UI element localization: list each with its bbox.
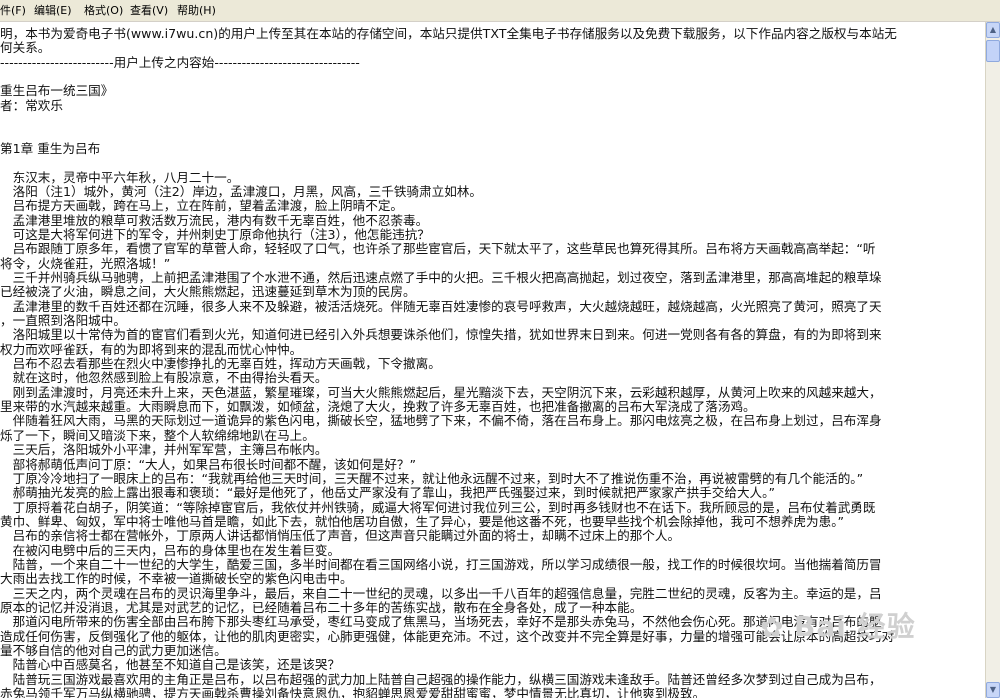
- text-line: ，一直照到洛阳城中。: [0, 314, 126, 328]
- text-line: 郝萌抽光发亮的脸上露出狠毒和褒琐：“最好是他死了，他岳丈严家没有了靠山，我把严氏…: [0, 486, 775, 501]
- text-line: 大雨出去找工作的时候，不幸被一道撕破长空的紫色闪电击中。: [0, 572, 353, 587]
- text-line: 陆普玩三国游戏最喜欢用的主角正是吕布，以吕布超强的武力加上陆普自己超强的操作能力…: [0, 672, 882, 687]
- menu-file[interactable]: 件(F): [0, 4, 26, 18]
- text-line: 吕布提方天画戟，跨在马上，立在阵前，望着孟津渡，脸上阴晴不定。: [0, 199, 403, 214]
- text-line: 可这是大将军何进下的军令，并州刺史丁原命他执行（注3），他怎能违抗？: [0, 227, 430, 242]
- text-line: 就在这时，他忽然感到脸上有股凉意，不由得抬头看天。: [0, 371, 328, 386]
- menu-view[interactable]: 查看(V): [130, 4, 168, 18]
- text-line: 重生吕布一统三国》: [0, 84, 114, 99]
- text-line: 里来带的水汽越来越重。大雨瞬息而下，如飘泼，如倾盆，浇熄了大火，挽救了许多无辜百…: [0, 400, 756, 415]
- paw-print-icon: ✿: [760, 611, 784, 644]
- text-line: 明，本书为爱奇电子书(www.i7wu.cn)的用户上传至其在本站的存储空间，本…: [0, 27, 897, 41]
- text-line: 者：常欢乐: [0, 98, 63, 113]
- text-line: 三千并州骑兵纵马驰骋，上前把孟津港围了个水泄不通，然后迅速点燃了手中的火把。三千…: [0, 270, 882, 285]
- text-line: 洛阳城里以十常侍为首的宦官们看到火光，知道何进已经引入外兵想要诛杀他们，惊惶失措…: [0, 328, 882, 343]
- text-line: 烁了一下，瞬间又暗淡下来，整个人软绵绵地趴在马上。: [0, 428, 315, 443]
- text-line: 丁原捋着花白胡子，阴笑道：“等除掉宦官后，我依仗并州铁骑，威逼大将军何进讨我位列…: [0, 500, 876, 515]
- text-line: 陆普心中百感莫名，他甚至不知道自己是该笑，还是该哭？: [0, 658, 341, 673]
- menu-bar: 件(F) 编辑(E) 格式(O) 查看(V) 帮助(H): [0, 0, 1000, 22]
- text-line: 陆普，一个来自二十一世纪的大学生，酷爱三国，多半时间都在看三国网络小说，打三国游…: [0, 557, 882, 572]
- text-line: -------------------------用户上传之内容始-------…: [0, 55, 360, 70]
- text-line: 部将郝萌低声问丁原：“大人，如果吕布很长时间都不醒，该如何是好？”: [0, 457, 417, 472]
- text-line: 伴随着狂风大雨，马黑的天际划过一道诡异的紫色闪电，撕破长空，猛地劈了下来，不偏不…: [0, 414, 882, 429]
- text-line: 黄巾、鲜卑、匈奴，军中将士唯他马首是瞻，如此下去，就怕他居功自傲，生了异心，要是…: [0, 514, 845, 529]
- text-line: 吕布的亲信将士都在营帐外，丁原两人讲话都悄悄压低了声音，但这声音只能瞒过外面的将…: [0, 529, 681, 544]
- text-line: 孟津港里的数千百姓还都在沉睡，很多人来不及躲避，被活活烧死。伴随无辜百姓凄惨的哀…: [0, 299, 882, 314]
- text-line: 丁原冷冷地扫了一眼床上的吕布：“我就再给他三天时间，三天醒不过来，就让他永远醒不…: [0, 471, 864, 486]
- text-line: 东汉末，灵帝中平六年秋，八月二十一。: [0, 170, 240, 185]
- text-line: 吕布不忍去看那些在烈火中凄惨挣扎的无辜百姓，挥动方天画戟，下令撤离。: [0, 357, 441, 372]
- text-line: 洛阳（注1）城外，黄河（注2）岸边，孟津渡口，月黑，风高，三千铁骑肃立如林。: [0, 184, 482, 199]
- text-line: 何关系。: [0, 41, 51, 56]
- text-line: 吕布跟随丁原多年，看惯了官军的草菅人命，轻轻叹了口气，也许杀了那些宦官后，天下就…: [0, 242, 876, 257]
- scroll-up-button[interactable]: ▲: [986, 22, 1000, 38]
- text-line: 第1章 重生为吕布: [0, 141, 101, 156]
- text-line: 已经被浇了火油，瞬息之间，大火熊熊燃起，迅速蔓延到草木为顶的民房。: [0, 285, 416, 300]
- vertical-scrollbar[interactable]: ▲ ▼: [985, 22, 1000, 698]
- text-line: 将令，火烧雀莊，光照洛城！”: [0, 256, 171, 271]
- watermark: ✿ Bai 经验: [760, 608, 985, 652]
- menu-edit[interactable]: 编辑(E): [34, 4, 72, 18]
- menu-format[interactable]: 格式(O): [84, 4, 123, 18]
- scroll-down-button[interactable]: ▼: [986, 682, 1000, 698]
- text-line: 权力而欢呼雀跃，有的为即将到来的混乱而忧心忡忡。: [0, 342, 303, 357]
- watermark-text: Bai 经验: [794, 610, 916, 643]
- text-line: 三天后，洛阳城外小平津，并州军军营，主簿吕布帐内。: [0, 443, 328, 458]
- text-line: 刚到孟津渡时，月亮还未升上来，天色湛蓝，繁星璀璨，可当大火熊熊燃起后，星光黯淡下…: [0, 385, 882, 400]
- text-line: 孟津港里堆放的粮草可救活数万流民，港内有数千无辜百姓，他不忍荼毒。: [0, 213, 429, 228]
- text-line: 赤兔马领千军万马纵横驰骋，提方天画戟杀曹操刘备快意恩仇，抱貂蝉思恩爱爱甜甜蜜蜜，…: [0, 687, 706, 698]
- menu-help[interactable]: 帮助(H): [177, 4, 216, 18]
- text-line: 三天之内，两个灵魂在吕布的灵识海里争斗，最后，来自二十一世纪的灵魂，以多出一千八…: [0, 586, 882, 601]
- scroll-thumb[interactable]: [986, 40, 1000, 62]
- text-line: 在被闪电劈中后的三天内，吕布的身体里也在发生着巨变。: [0, 543, 341, 558]
- text-editor-area[interactable]: 明，本书为爱奇电子书(www.i7wu.cn)的用户上传至其在本站的存储空间，本…: [0, 22, 985, 698]
